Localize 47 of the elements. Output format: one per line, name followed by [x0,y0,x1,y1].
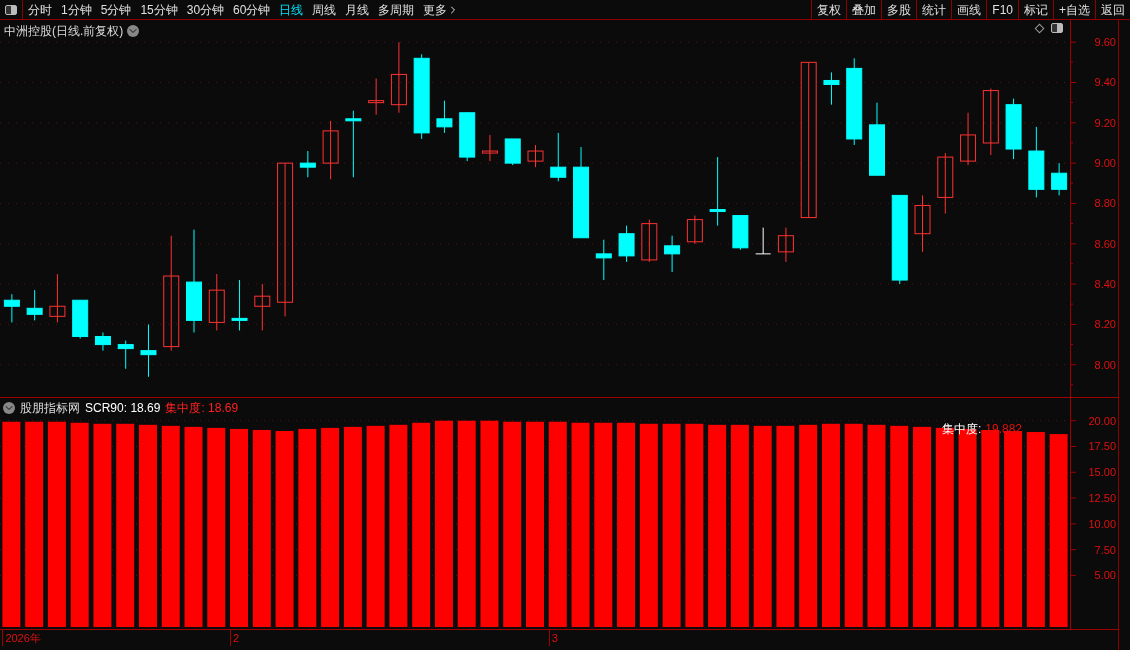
period-tab[interactable]: 月线 [345,0,370,19]
indicator-reading: 集中度: 18.69 [165,400,239,417]
period-tab[interactable]: 更多 [423,0,460,19]
price-axis-label: 9.00 [1094,157,1116,170]
date-axis-label: 3 [548,630,558,646]
toolbar-button[interactable]: 返回 [1095,0,1130,19]
value-axis-label: 5.00 [1094,569,1116,582]
indicator-name: 股朋指标网 [20,400,80,417]
toolbar-button[interactable]: 画线 [951,0,987,19]
price-axis-label: 9.40 [1094,76,1116,89]
period-tab[interactable]: 5分钟 [100,0,132,19]
value-axis-label: 17.50 [1088,440,1116,453]
date-axis-label: 2026年 [2,630,41,646]
period-tab[interactable]: 多周期 [378,0,415,19]
price-axis-label: 8.60 [1094,237,1116,250]
dropdown-icon[interactable] [3,402,15,414]
price-axis-label: 9.20 [1094,116,1116,129]
period-tab[interactable]: 30分钟 [186,0,225,19]
period-tab[interactable]: 日线 [279,0,304,19]
toolbar-button[interactable]: F10 [986,0,1018,19]
value-axis-label: 12.50 [1088,492,1116,505]
toolbar-button[interactable]: 多股 [881,0,917,19]
date-axis-label: 2 [230,630,240,646]
value-axis-label: 10.00 [1088,517,1116,530]
period-tab[interactable]: 15分钟 [140,0,178,19]
value-axis-label: 7.50 [1094,543,1116,556]
stock-title: 中洲控股(日线.前复权) [4,23,124,40]
period-tab[interactable]: 60分钟 [233,0,271,19]
price-axis-label: 9.60 [1094,36,1116,49]
toolbar-button[interactable]: +自选 [1053,0,1095,19]
period-tab[interactable]: 周线 [312,0,337,19]
indicator-reading: SCR90: 18.69 [85,400,161,417]
toolbar-button[interactable]: 统计 [916,0,952,19]
price-axis-label: 8.20 [1094,318,1116,331]
toolbar-button[interactable]: 复权 [811,0,847,19]
panel-toggle-icon [5,4,17,15]
period-tab[interactable]: 分时 [28,0,52,19]
toolbar-button[interactable]: 标记 [1018,0,1053,19]
value-axis-label: 20.00 [1088,414,1116,427]
price-axis-label: 8.00 [1094,358,1116,371]
panel-toggle-icon [1051,23,1063,33]
period-tab[interactable]: 1分钟 [61,0,92,19]
value-axis-label: 15.00 [1088,466,1116,479]
dropdown-icon[interactable] [127,25,140,37]
price-axis-label: 8.40 [1094,278,1116,291]
toolbar-button[interactable]: 叠加 [846,0,882,19]
price-axis-label: 8.80 [1094,197,1116,210]
